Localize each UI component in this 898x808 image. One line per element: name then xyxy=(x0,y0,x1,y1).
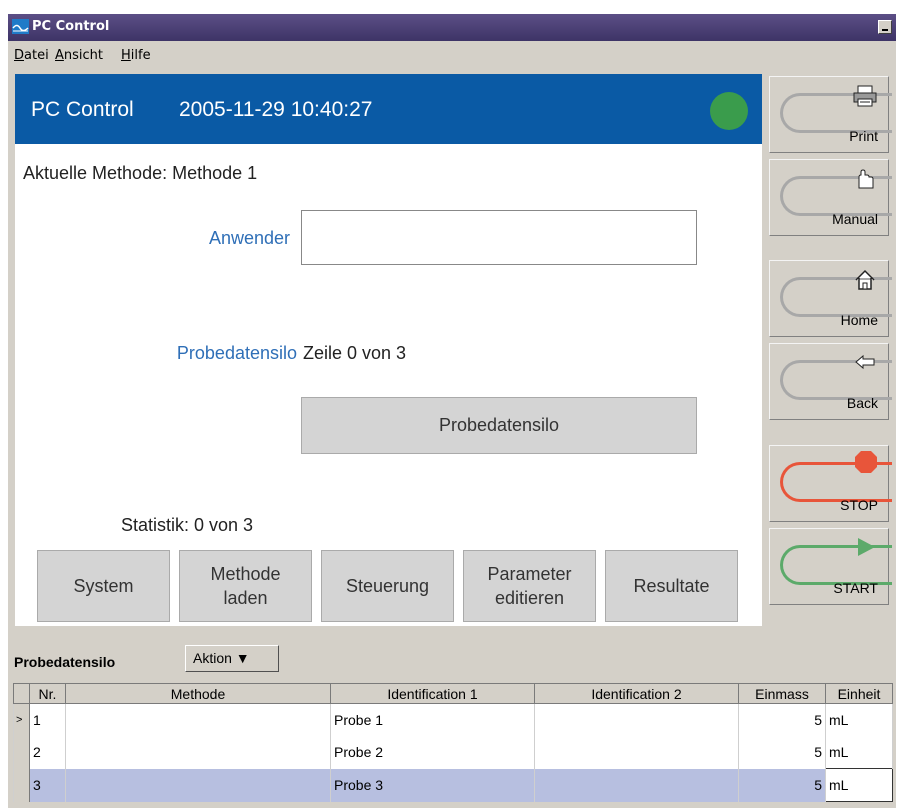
main-panel: PC Control 2005-11-29 10:40:27 Aktuelle … xyxy=(15,74,762,626)
application-window: PC Control Datei Ansicht Hilfe PC Contro… xyxy=(8,14,896,808)
silo-status: Zeile 0 von 3 xyxy=(303,343,407,363)
table-header-marker xyxy=(13,683,30,704)
manual-button[interactable]: Manual xyxy=(769,159,892,236)
panel-title: Probedatensilo xyxy=(14,654,116,670)
cell-einheit[interactable]: mL xyxy=(825,703,893,736)
minimize-button[interactable] xyxy=(878,20,892,34)
system-button[interactable]: System xyxy=(37,550,170,622)
cell-method[interactable] xyxy=(65,703,331,736)
start-button[interactable]: START xyxy=(769,528,892,605)
table-row-selected[interactable]: 3 Probe 3 5 mL xyxy=(13,768,893,802)
cell-identification-1[interactable]: Probe 2 xyxy=(330,736,535,769)
sample-table: Nr. Methode Identification 1 Identificat… xyxy=(13,683,893,802)
cell-method[interactable] xyxy=(65,736,331,769)
user-input[interactable] xyxy=(301,210,697,265)
header-datetime: 2005-11-29 10:40:27 xyxy=(179,98,373,121)
table-header-row: Nr. Methode Identification 1 Identificat… xyxy=(13,683,893,704)
cell-identification-1[interactable]: Probe 3 xyxy=(330,768,535,802)
window-title: PC Control xyxy=(32,19,110,34)
cell-identification-2[interactable] xyxy=(534,768,739,802)
action-dropdown[interactable]: Aktion ▼ xyxy=(185,645,279,672)
load-method-button[interactable]: Methode laden xyxy=(179,550,312,622)
column-header-einmass[interactable]: Einmass xyxy=(738,683,826,704)
row-marker: > xyxy=(13,703,30,736)
user-label: Anwender xyxy=(208,228,290,248)
silo-button[interactable]: Probedatensilo xyxy=(301,397,697,454)
statistics-text: Statistik: 0 von 3 xyxy=(121,515,254,535)
print-label: Print xyxy=(849,128,878,144)
edit-parameters-button[interactable]: Parameter editieren xyxy=(463,550,596,622)
print-button[interactable]: Print xyxy=(769,76,892,153)
cell-einmass[interactable]: 5 xyxy=(738,768,826,802)
menu-bar: Datei Ansicht Hilfe xyxy=(8,42,896,70)
back-button[interactable]: Back xyxy=(769,343,892,420)
column-header-nr[interactable]: Nr. xyxy=(29,683,66,704)
silo-label: Probedatensilo xyxy=(176,343,297,363)
printer-icon xyxy=(853,85,877,107)
cell-einheit[interactable]: mL xyxy=(825,768,893,802)
cell-nr[interactable]: 1 xyxy=(29,703,66,736)
control-button[interactable]: Steuerung xyxy=(321,550,454,622)
play-icon xyxy=(858,538,875,556)
stop-button[interactable]: STOP xyxy=(769,445,892,522)
back-arrow-icon xyxy=(855,354,875,370)
home-icon xyxy=(855,269,875,290)
table-row[interactable]: 2 Probe 2 5 mL xyxy=(13,736,893,769)
row-marker xyxy=(13,736,30,769)
column-header-method[interactable]: Methode xyxy=(65,683,331,704)
cell-nr[interactable]: 2 xyxy=(29,736,66,769)
title-bar: PC Control xyxy=(8,14,896,41)
header-bar: PC Control 2005-11-29 10:40:27 xyxy=(15,74,762,144)
header-app-name: PC Control xyxy=(31,98,134,121)
table-row[interactable]: > 1 Probe 1 5 mL xyxy=(13,703,893,736)
cell-method[interactable] xyxy=(65,768,331,802)
cell-identification-2[interactable] xyxy=(534,703,739,736)
status-indicator xyxy=(710,92,748,130)
results-button[interactable]: Resultate xyxy=(605,550,738,622)
stop-icon xyxy=(855,451,877,473)
cell-identification-1[interactable]: Probe 1 xyxy=(330,703,535,736)
menu-datei[interactable]: Datei xyxy=(14,48,49,63)
column-header-identification-1[interactable]: Identification 1 xyxy=(330,683,535,704)
cell-identification-2[interactable] xyxy=(534,736,739,769)
cell-nr[interactable]: 3 xyxy=(29,768,66,802)
manual-label: Manual xyxy=(832,211,878,227)
column-header-einheit[interactable]: Einheit xyxy=(825,683,893,704)
menu-ansicht[interactable]: Ansicht xyxy=(55,48,103,63)
row-marker xyxy=(13,768,30,802)
cell-einmass[interactable]: 5 xyxy=(738,703,826,736)
back-label: Back xyxy=(846,395,878,411)
current-method: Aktuelle Methode: Methode 1 xyxy=(23,163,258,183)
home-button[interactable]: Home xyxy=(769,260,892,337)
app-icon xyxy=(12,19,29,34)
menu-hilfe[interactable]: Hilfe xyxy=(121,48,151,63)
cell-einheit[interactable]: mL xyxy=(825,736,893,769)
start-label: START xyxy=(833,580,878,596)
home-label: Home xyxy=(840,312,878,328)
hand-icon xyxy=(858,169,874,189)
column-header-identification-2[interactable]: Identification 2 xyxy=(534,683,739,704)
cell-einmass[interactable]: 5 xyxy=(738,736,826,769)
stop-label: STOP xyxy=(840,497,878,513)
